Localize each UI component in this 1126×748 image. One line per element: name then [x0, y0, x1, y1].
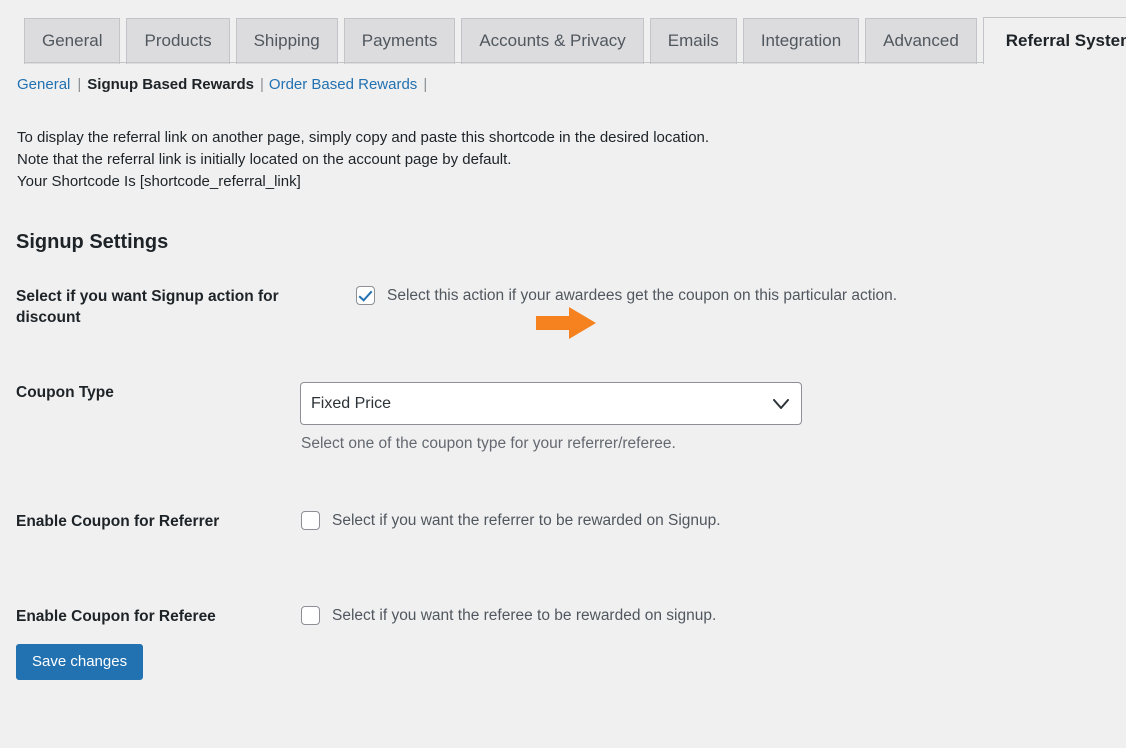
signup-action-checkbox-label: Select this action if your awardees get … — [387, 286, 898, 304]
subnav-link-order-based-rewards[interactable]: Order Based Rewards — [269, 76, 417, 93]
tab-integration[interactable]: Integration — [742, 18, 860, 64]
coupon-type-select[interactable]: Fixed Price — [300, 382, 802, 425]
enable-referrer-checkbox-label: Select if you want the referrer to be re… — [332, 511, 721, 529]
tab-shipping[interactable]: Shipping — [235, 18, 338, 64]
label-coupon-type: Coupon Type — [16, 384, 114, 401]
coupon-type-help-text: Select one of the coupon type for your r… — [301, 435, 676, 452]
tab-label: General — [42, 31, 103, 50]
tab-bar-divider — [24, 62, 1126, 63]
signup-action-checkbox-line: Select this action if your awardees get … — [356, 286, 1126, 305]
tab-advanced[interactable]: Advanced — [865, 18, 977, 64]
enable-referee-checkbox-line: Select if you want the referee to be rew… — [301, 606, 1126, 625]
label-signup-action: Select if you want Signup action for dis… — [16, 288, 279, 326]
tab-products[interactable]: Products — [126, 18, 230, 64]
tab-referral-system[interactable]: Referral System — [982, 17, 1126, 64]
enable-referrer-checkbox-line: Select if you want the referrer to be re… — [301, 511, 1126, 530]
row-signup-action: Select if you want Signup action for dis… — [0, 270, 1126, 372]
tab-label: Shipping — [253, 31, 320, 50]
tab-general[interactable]: General — [24, 18, 121, 64]
settings-tab-bar: General Products Shipping Payments Accou… — [0, 0, 1126, 64]
subnav-separator: | — [77, 76, 82, 93]
subnav-link-general[interactable]: General — [17, 76, 70, 93]
tab-label: Advanced — [883, 31, 959, 50]
form-actions: Save changes — [16, 644, 144, 680]
annotation-arrow-icon — [536, 307, 596, 339]
tab-payments[interactable]: Payments — [343, 18, 456, 64]
tab-label: Referral System — [1005, 31, 1126, 50]
field-enable-coupon-referee: Select if you want the referee to be rew… — [292, 606, 1126, 625]
shortcode-instructions: To display the referral link on another … — [17, 127, 709, 193]
tab-label: Accounts & Privacy — [479, 31, 626, 50]
page-title: Signup Settings — [16, 230, 169, 253]
tab-label: Products — [144, 31, 212, 50]
tab-label: Payments — [361, 31, 438, 50]
row-coupon-type: Coupon Type Fixed Price Select one of th… — [0, 372, 1126, 493]
enable-referrer-checkbox[interactable] — [301, 511, 320, 530]
tab-emails[interactable]: Emails — [649, 18, 737, 64]
enable-referee-checkbox-label: Select if you want the referee to be rew… — [332, 606, 717, 624]
tab-accounts-privacy[interactable]: Accounts & Privacy — [461, 18, 644, 64]
sub-navigation: General | Signup Based Rewards | Order B… — [17, 76, 432, 93]
label-enable-coupon-referrer: Enable Coupon for Referrer — [16, 513, 220, 530]
field-enable-coupon-referrer: Select if you want the referrer to be re… — [292, 511, 1126, 530]
enable-referee-checkbox[interactable] — [301, 606, 320, 625]
signup-action-checkbox[interactable] — [356, 286, 375, 305]
save-changes-button[interactable]: Save changes — [16, 644, 144, 680]
coupon-type-select-wrapper: Fixed Price — [300, 382, 802, 425]
tab-list: General Products Shipping Payments Accou… — [24, 17, 1126, 64]
instructions-line-1: To display the referral link on another … — [17, 129, 710, 146]
row-enable-coupon-referrer: Enable Coupon for Referrer Select if you… — [0, 493, 1126, 588]
shortcode-value-line: Your Shortcode Is [shortcode_referral_li… — [17, 173, 301, 190]
tab-label: Integration — [760, 31, 842, 50]
signup-settings-form: Select if you want Signup action for dis… — [0, 270, 1126, 683]
field-coupon-type: Fixed Price Select one of the coupon typ… — [292, 382, 1126, 453]
instructions-line-2: Note that the referral link is initially… — [17, 151, 512, 168]
subnav-current-signup-based-rewards[interactable]: Signup Based Rewards — [87, 76, 254, 93]
label-enable-coupon-referee: Enable Coupon for Referee — [16, 608, 216, 625]
tab-label: Emails — [667, 31, 719, 50]
subnav-separator: | — [423, 76, 428, 93]
row-enable-coupon-referee: Enable Coupon for Referee Select if you … — [0, 588, 1126, 683]
field-signup-action: Select this action if your awardees get … — [292, 286, 1126, 339]
subnav-separator: | — [260, 76, 264, 93]
